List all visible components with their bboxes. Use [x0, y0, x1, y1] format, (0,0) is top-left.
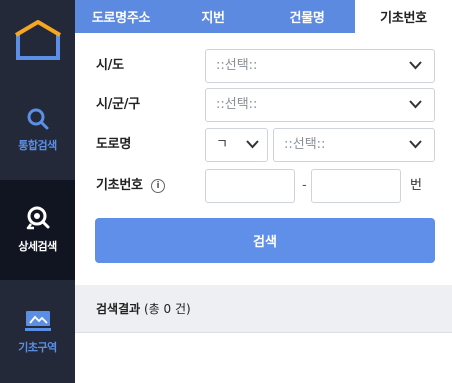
sidebar-item-integrated-search[interactable]: 통합검색 [0, 80, 75, 180]
sigungu-label: 시/군/구 [96, 97, 140, 112]
road-name-select-value: ::선택:: [284, 137, 326, 152]
basic-number-row: 기초번호 i - 번 [75, 169, 452, 203]
sigungu-select-value: ::선택:: [216, 97, 258, 112]
chevron-down-icon [409, 140, 422, 149]
basic-number-main-input[interactable] [205, 169, 295, 203]
tab-basic-number[interactable]: 기초번호 [355, 0, 452, 33]
sidebar-item-label: 기초구역 [18, 340, 57, 354]
result-header: 검색결과 (총 0 건) [75, 285, 452, 333]
road-name-row: 도로명 ㄱ ::선택:: [75, 128, 452, 162]
sidebar-item-basic-zone[interactable]: 기초구역 [0, 280, 75, 383]
sidebar-item-label: 상세검색 [18, 240, 57, 253]
home-logo[interactable] [0, 0, 75, 80]
tab-lot-number[interactable]: 지번 [167, 0, 259, 33]
number-unit: 번 [410, 178, 422, 193]
chevron-down-icon [246, 140, 259, 149]
tab-road-address[interactable]: 도로명주소 [75, 0, 167, 33]
search-tabs: 도로명주소 지번 건물명 기초번호 [75, 0, 452, 33]
tab-building-name[interactable]: 건물명 [259, 0, 355, 33]
sidebar-item-detail-search[interactable]: 상세검색 [0, 180, 75, 280]
info-icon[interactable]: i [151, 179, 165, 193]
sidebar: 통합검색 상세검색 기초구역 [0, 0, 75, 383]
road-name-label: 도로명 [96, 137, 131, 152]
search-icon [27, 108, 48, 130]
result-count: (총 0 건) [144, 302, 191, 316]
chevron-down-icon [409, 61, 422, 70]
road-initial-select[interactable]: ㄱ [205, 128, 268, 162]
sido-select[interactable]: ::선택:: [205, 49, 435, 83]
sigungu-select[interactable]: ::선택:: [205, 88, 435, 122]
sidebar-item-label: 통합검색 [18, 139, 57, 152]
basic-number-sub-input[interactable] [311, 169, 401, 203]
road-initial-value: ㄱ [216, 137, 228, 152]
sigungu-row: 시/군/구 ::선택:: [75, 88, 452, 122]
sido-row: 시/도 ::선택:: [75, 49, 452, 83]
sido-select-value: ::선택:: [216, 58, 258, 73]
house-logo-icon [14, 20, 61, 60]
zone-monitor-icon [24, 310, 51, 331]
chevron-down-icon [409, 100, 422, 109]
sido-label: 시/도 [96, 58, 124, 73]
search-button[interactable]: 검색 [95, 218, 435, 263]
number-separator: - [302, 178, 307, 193]
basic-number-label: 기초번호 [96, 178, 143, 193]
road-name-select[interactable]: ::선택:: [273, 128, 435, 162]
result-summary: 검색결과 (총 0 건) [96, 285, 191, 333]
magnifier-location-icon [26, 206, 49, 230]
result-title: 검색결과 [96, 302, 141, 316]
